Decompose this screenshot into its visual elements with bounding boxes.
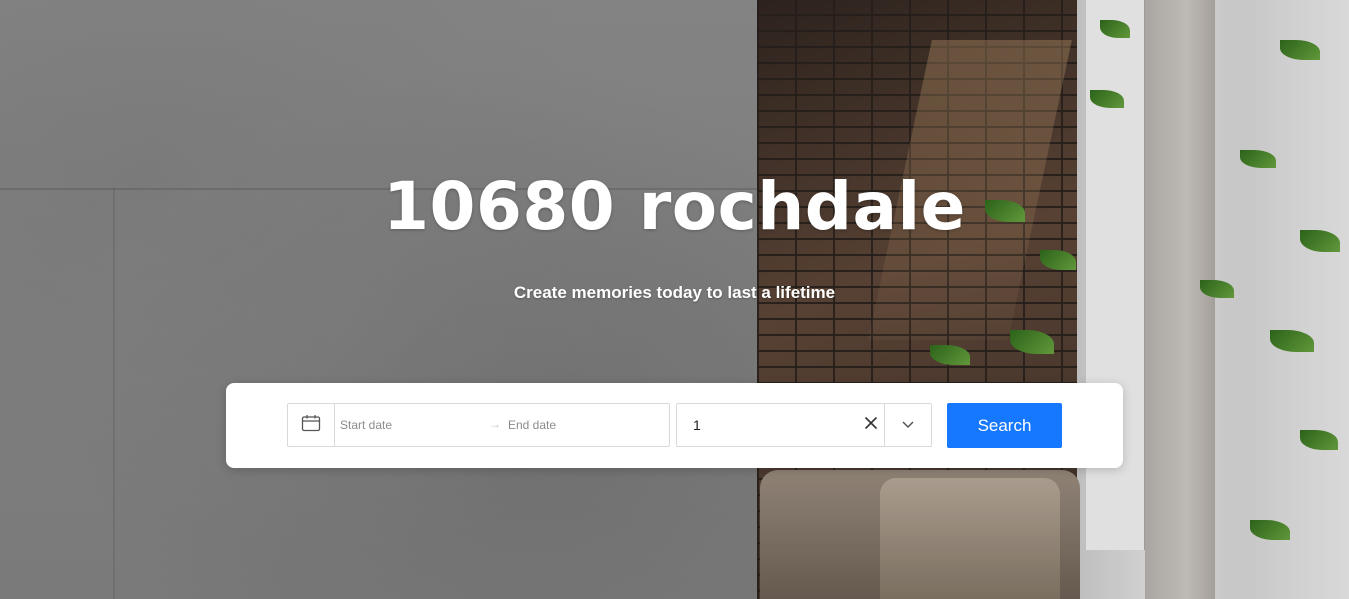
- calendar-icon: [301, 414, 321, 437]
- date-range-picker[interactable]: →: [287, 403, 670, 447]
- page-title: 10680 rochdale: [383, 168, 966, 245]
- page-subtitle: Create memories today to last a lifetime: [513, 283, 836, 302]
- calendar-button[interactable]: [288, 404, 335, 446]
- guests-select[interactable]: 1: [676, 403, 932, 447]
- end-date-input[interactable]: [508, 404, 658, 446]
- close-icon: [864, 416, 878, 435]
- dropdown-toggle[interactable]: [884, 404, 931, 446]
- search-button[interactable]: Search: [947, 403, 1062, 448]
- date-range-separator: →: [489, 417, 501, 431]
- clear-button[interactable]: [857, 404, 885, 446]
- chevron-down-icon: [901, 416, 915, 434]
- search-card: → 1 Search: [226, 383, 1123, 468]
- guests-value: 1: [693, 417, 701, 433]
- start-date-input[interactable]: [340, 404, 480, 446]
